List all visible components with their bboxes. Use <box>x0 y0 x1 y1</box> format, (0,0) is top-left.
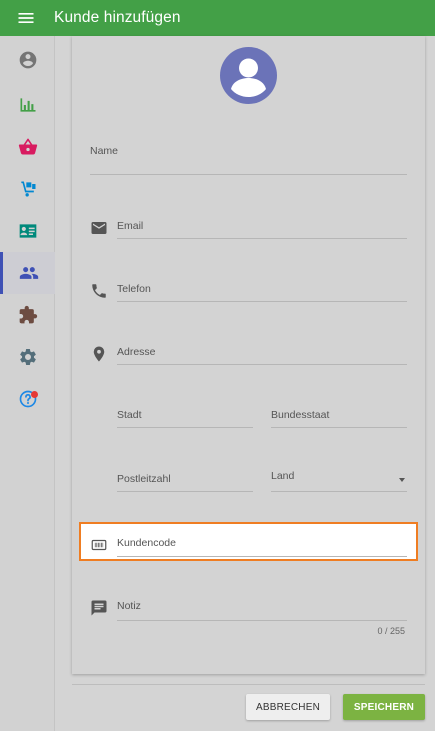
location-pin-icon <box>93 346 105 362</box>
footer-divider <box>72 684 425 685</box>
sidebar-item-account[interactable] <box>0 40 55 80</box>
hamburger-menu-icon <box>18 13 34 23</box>
city-field[interactable]: Stadt <box>117 402 253 428</box>
email-label: Email <box>117 220 144 232</box>
note-field-icon-wrap <box>90 599 108 617</box>
sidebar-item-settings[interactable] <box>0 337 55 377</box>
phone-field-icon-wrap <box>90 282 108 300</box>
note-field[interactable]: Notiz <box>117 592 407 621</box>
sidebar-item-inventory[interactable] <box>0 169 55 209</box>
puzzle-icon <box>19 305 37 324</box>
name-field[interactable]: Name <box>90 140 407 175</box>
email-field-icon-wrap <box>90 219 108 237</box>
bar-chart-icon <box>20 98 35 112</box>
contact-card-icon <box>19 224 36 238</box>
sidebar <box>0 36 55 731</box>
dropdown-arrow-icon <box>399 478 405 482</box>
state-label: Bundesstaat <box>271 409 330 421</box>
cancel-button[interactable]: ABBRECHEN <box>246 694 330 720</box>
city-label: Stadt <box>117 409 142 421</box>
save-button[interactable]: SPEICHERN <box>343 694 425 720</box>
person-icon <box>231 58 266 97</box>
name-label: Name <box>90 145 119 157</box>
country-label: Land <box>271 470 295 482</box>
page-title: Kunde hinzufügen <box>54 9 181 26</box>
sidebar-item-reports[interactable] <box>0 85 55 125</box>
phone-label: Telefon <box>117 283 151 295</box>
sidebar-item-customers[interactable] <box>0 252 55 294</box>
state-field[interactable]: Bundesstaat <box>271 402 407 428</box>
hand-truck-icon <box>20 181 35 197</box>
sidebar-item-employees[interactable] <box>0 211 55 251</box>
address-field[interactable]: Adresse <box>117 338 407 365</box>
note-label: Notiz <box>117 600 141 612</box>
account-circle-icon <box>19 51 36 69</box>
zip-field[interactable]: Postleitzahl <box>117 465 253 492</box>
customer-code-label: Kundencode <box>117 537 176 549</box>
sidebar-item-help[interactable] <box>0 379 55 419</box>
email-icon <box>91 222 107 234</box>
country-select[interactable]: Land <box>271 463 407 492</box>
note-character-counter: 0 / 255 <box>377 626 405 636</box>
comment-icon <box>91 600 107 616</box>
address-label: Adresse <box>117 346 156 358</box>
phone-icon <box>92 284 106 298</box>
address-field-icon-wrap <box>90 345 108 363</box>
barcode-icon <box>91 539 107 551</box>
phone-field[interactable]: Telefon <box>117 275 407 302</box>
notification-badge <box>31 391 38 398</box>
gear-icon <box>19 348 36 365</box>
customer-avatar[interactable] <box>220 47 277 104</box>
customer-code-field[interactable]: Kundencode <box>117 529 407 557</box>
sidebar-item-sales[interactable] <box>0 127 55 167</box>
email-field[interactable]: Email <box>117 212 407 239</box>
customer-code-icon-wrap <box>90 536 108 554</box>
shopping-basket-icon <box>18 138 37 155</box>
menu-button[interactable] <box>16 0 44 36</box>
sidebar-item-modules[interactable] <box>0 295 55 335</box>
app-bar: Kunde hinzufügen <box>0 0 435 36</box>
zip-label: Postleitzahl <box>117 473 171 485</box>
people-icon <box>19 267 39 279</box>
